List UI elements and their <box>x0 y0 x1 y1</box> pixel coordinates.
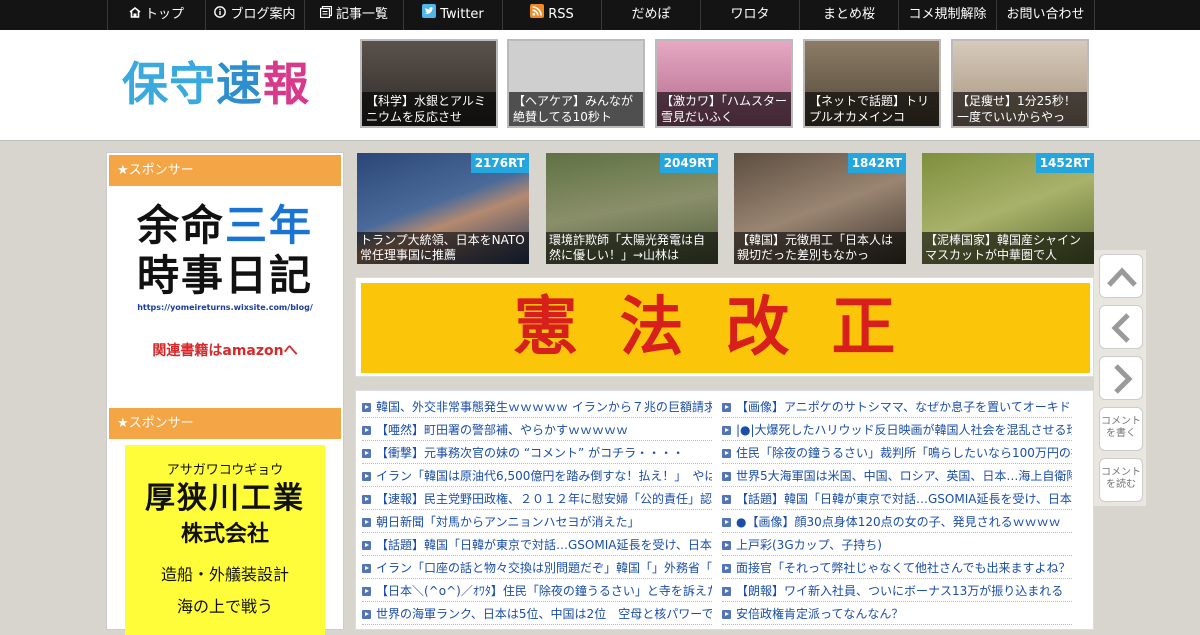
sponsor-heading-2: ★スポンサー <box>109 408 341 439</box>
info-icon <box>214 0 227 30</box>
amazon-link[interactable]: 関連書籍はamazonへ <box>125 340 325 360</box>
list-item[interactable]: 【日本＼(^o^)／ｵﾜﾀ】住民「除夜の鐘うるさい」と寺を訴えた結 <box>362 580 712 602</box>
list-item[interactable]: 安倍政権肯定派ってなんなん？ <box>722 603 1072 625</box>
header-thumb-3[interactable]: 【激カワ】「ハムスター雪見だいふく <box>655 39 793 128</box>
header-thumb-1[interactable]: 【科学】水銀とアルミニウムを反応させ <box>360 39 498 128</box>
comment-write-button[interactable]: コメントを書く <box>1099 407 1143 451</box>
bullet-icon <box>722 495 731 504</box>
nav-comment-unblock[interactable]: コメ規制解除 <box>898 0 996 30</box>
bullet-icon <box>362 472 371 481</box>
nav-twitter[interactable]: Twitter <box>403 0 502 30</box>
bullet-icon <box>722 403 731 412</box>
bullet-icon <box>722 449 731 458</box>
list-item[interactable]: 【唖然】町田署の警部補、やらかすｗｗｗｗｗ <box>362 419 712 441</box>
list-item[interactable]: 【画像】アニポケのサトシママ、なぜか息子を置いてオーキド <box>722 396 1072 418</box>
nav-blog-info[interactable]: ブログ案内 <box>205 0 304 30</box>
list-item[interactable]: 【朗報】ワイ新入社員、ついにボーナス13万が振り込まれる <box>722 580 1072 602</box>
chevron-up-icon <box>1107 267 1137 287</box>
list-item[interactable]: 【話題】韓国「日韓が東京で対話…GSOMIA延長を受け、日本 <box>722 488 1072 510</box>
list-item[interactable]: イラン「韓国は原油代6,500億円を踏み倒すな！払え！」 やは <box>362 465 712 487</box>
bullet-icon <box>362 403 371 412</box>
bullet-icon <box>722 564 731 573</box>
bullet-icon <box>362 426 371 435</box>
list-item[interactable]: 世界5大海軍国は米国、中国、ロシア、英国、日本…海上自衛隊 <box>722 465 1072 487</box>
previous-button[interactable] <box>1099 305 1143 349</box>
bullet-icon <box>362 495 371 504</box>
nav-top[interactable]: トップ <box>107 0 205 30</box>
list-item[interactable]: 面接官「それって弊社じゃなくて他社さんでも出来ますよね？ <box>722 557 1072 579</box>
bullet-icon <box>722 610 731 619</box>
scroll-top-button[interactable] <box>1099 254 1143 298</box>
list-item[interactable]: 上戸彩(3Gカップ、子持ち) <box>722 534 1072 556</box>
nav-damepo[interactable]: だめぽ <box>601 0 700 30</box>
featured-article-3[interactable]: 1842RT 【韓国】元徴用工「日本人は親切だった差別もなかっ <box>734 153 906 264</box>
list-item[interactable]: 朝日新聞「対馬からアンニョンハセヨが消えた」 <box>362 511 712 533</box>
bullet-icon <box>362 564 371 573</box>
header-thumb-4[interactable]: 【ネットで話題】トリプルオカメインコ <box>803 39 941 128</box>
list-item[interactable]: イラン「口座の話と物々交換は別問題だぞ」韓国「」外務省「 <box>362 557 712 579</box>
nav-contact[interactable]: お問い合わせ <box>996 0 1095 30</box>
site-logo[interactable]: 保守速報 <box>122 54 310 114</box>
list-item[interactable]: 【速報】民主党野田政権、２０１２年に慰安婦「公的責任」認 <box>362 488 712 510</box>
list-icon <box>319 0 333 30</box>
bullet-icon <box>362 610 371 619</box>
list-item[interactable]: 住民「除夜の鐘うるさい」裁判所「鳴らしたいなら100万円の損 <box>722 442 1072 464</box>
list-item[interactable]: 【衝撃】元事務次官の妹の “コメント” がコチラ・・・・ <box>362 442 712 464</box>
article-list: 韓国、外交非常事態発生ｗｗｗｗｗ イランから７兆の巨額請求 【唖然】町田署の警部… <box>355 390 1094 630</box>
sponsor-heading: ★スポンサー <box>109 155 341 186</box>
bullet-icon <box>722 472 731 481</box>
nav-warota[interactable]: ワロタ <box>700 0 799 30</box>
header-thumb-5[interactable]: 【足痩せ】1分25秒！一度でいいからやっ <box>951 39 1089 128</box>
retweet-count: 1842RT <box>847 153 906 173</box>
list-item[interactable]: 【話題】韓国「日韓が東京で対話…GSOMIA延長を受け、日本 <box>362 534 712 556</box>
featured-article-4[interactable]: 1452RT 【泥棒国家】韓国産シャインマスカットが中華圏で人 <box>922 153 1094 264</box>
list-item[interactable]: 世界の海軍ランク、日本は5位、中国は2位 空母と核パワーで <box>362 603 712 625</box>
rss-icon <box>530 0 545 30</box>
bullet-icon <box>722 426 731 435</box>
list-item[interactable]: ●【画像】顔30点身体120点の女の子、発見されるｗｗｗｗ <box>722 511 1072 533</box>
home-icon <box>129 0 141 30</box>
next-button[interactable] <box>1099 356 1143 400</box>
site-header: 保守速報 【科学】水銀とアルミニウムを反応させ 【ヘアケア】みんなが絶賛してる1… <box>0 30 1200 141</box>
chevron-right-icon <box>1114 364 1133 394</box>
chevron-left-icon <box>1111 313 1130 343</box>
bullet-icon <box>362 518 371 527</box>
header-thumb-2[interactable]: 【ヘアケア】みんなが絶賛してる10秒ト <box>507 39 645 128</box>
bullet-icon <box>362 449 371 458</box>
nav-rss[interactable]: RSS <box>502 0 601 30</box>
bullet-icon <box>722 541 731 550</box>
top-navigation: トップ ブログ案内 記事一覧 Twitter RSS だめぽ ワロタ まとめ桜 … <box>0 0 1200 30</box>
nav-matome-sakura[interactable]: まとめ桜 <box>799 0 898 30</box>
nav-article-list[interactable]: 記事一覧 <box>304 0 403 30</box>
twitter-icon <box>422 0 437 30</box>
ad-yomei-sannen[interactable]: 余命三年 時事日記 https://yomeireturns.wixsite.c… <box>125 201 325 360</box>
bullet-icon <box>362 587 371 596</box>
list-item[interactable]: 韓国、外交非常事態発生ｗｗｗｗｗ イランから７兆の巨額請求 <box>362 396 712 418</box>
retweet-count: 2049RT <box>659 153 718 173</box>
comment-read-button[interactable]: コメントを読む <box>1099 458 1143 502</box>
retweet-count: 2176RT <box>470 153 529 173</box>
bullet-icon <box>722 587 731 596</box>
ad-asagawa-kogyo[interactable]: アサガワコウギョウ 厚狭川工業 株式会社 造船・外艤装設計 海の上で戦う <box>125 445 325 635</box>
kenpo-kaisei-banner[interactable]: 憲法改正 <box>355 277 1094 377</box>
list-item[interactable]: |●|大爆死したハリウッド反日映画が韓国人社会を混乱させる珍 <box>722 419 1072 441</box>
featured-article-1[interactable]: 2176RT トランプ大統領、日本をNATO常任理事国に推薦 <box>357 153 529 264</box>
bullet-icon <box>722 518 731 527</box>
featured-article-2[interactable]: 2049RT 環境詐欺師「太陽光発電は自然に優しい！」→山林は <box>546 153 718 264</box>
retweet-count: 1452RT <box>1035 153 1094 173</box>
bullet-icon <box>362 541 371 550</box>
left-sidebar: ★スポンサー 余命三年 時事日記 https://yomeireturns.wi… <box>106 152 344 635</box>
